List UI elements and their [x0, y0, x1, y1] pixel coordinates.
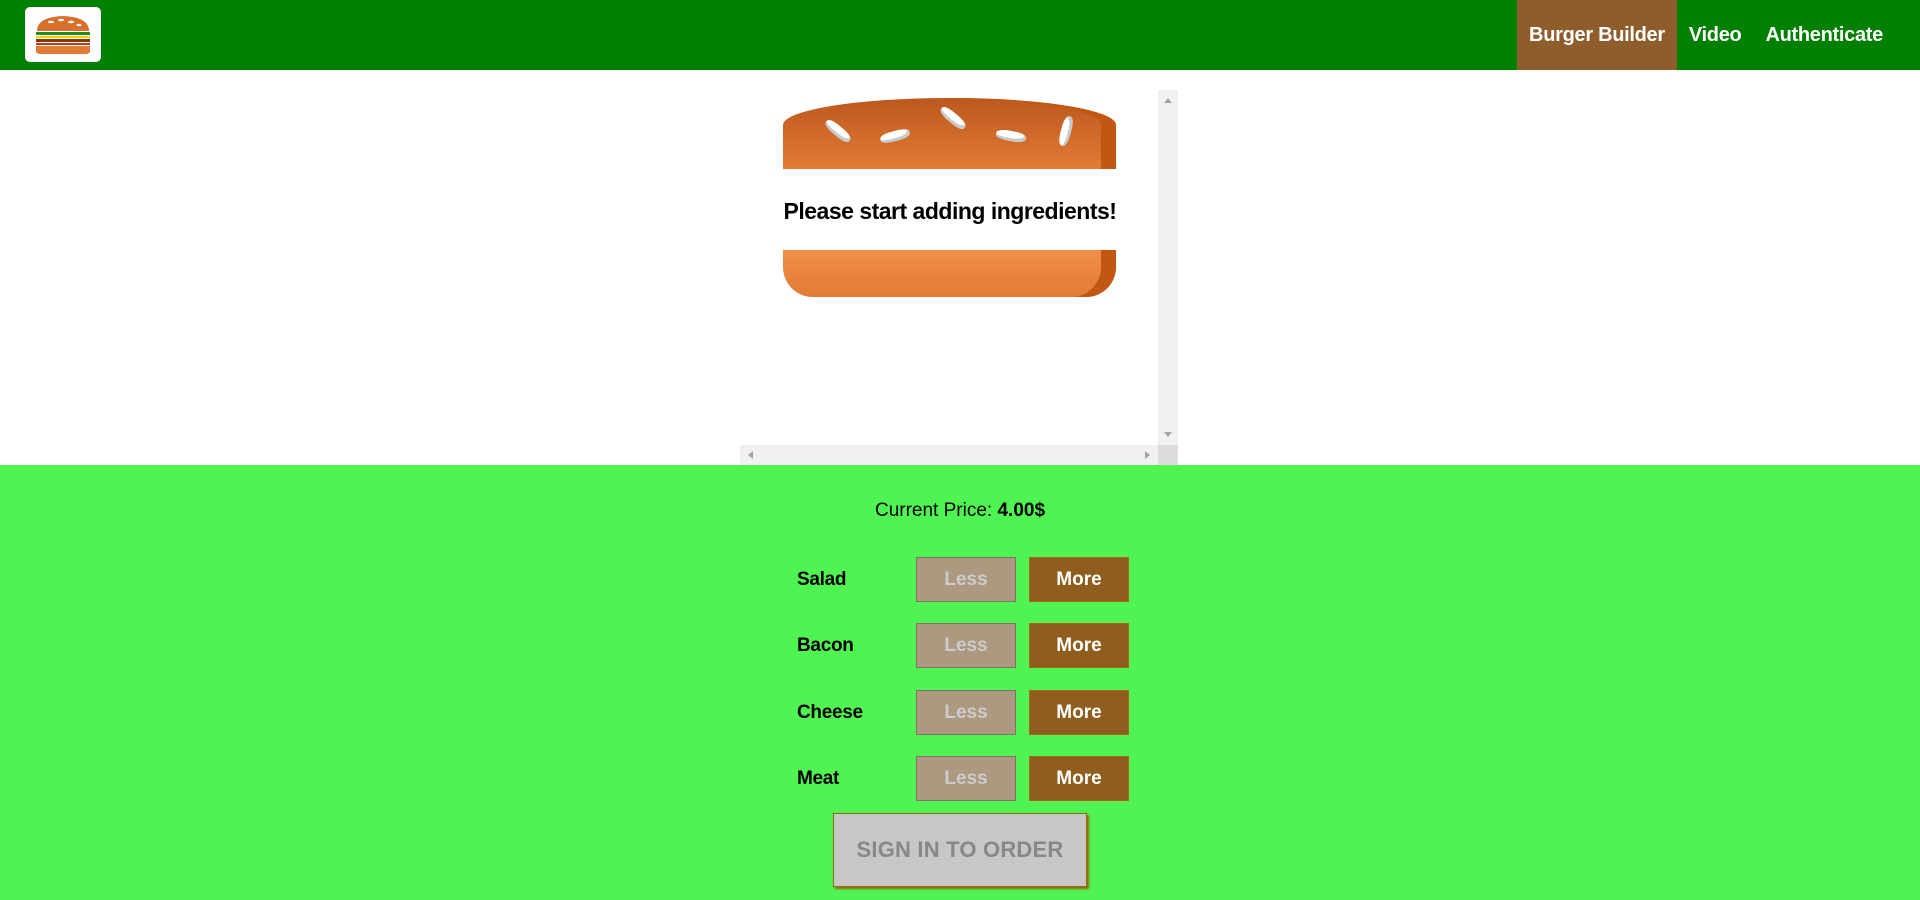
- price-label: Current Price:: [874, 500, 993, 521]
- main-nav: Burger Builder Video Authenticate: [1517, 0, 1920, 70]
- scroll-up-arrow-icon[interactable]: [1164, 98, 1172, 103]
- less-salad-button[interactable]: Less: [916, 557, 1016, 602]
- ingredient-label: Bacon: [797, 635, 854, 656]
- more-salad-button[interactable]: More: [1029, 557, 1129, 602]
- seed: [995, 128, 1027, 144]
- less-cheese-button[interactable]: Less: [916, 690, 1016, 735]
- burger-preview: Please start adding ingredients!: [740, 90, 1180, 465]
- scrollbar-corner: [1158, 445, 1178, 465]
- build-control-bacon: Bacon Less More: [797, 623, 1137, 668]
- bread-bottom: [783, 250, 1116, 297]
- more-cheese-button[interactable]: More: [1029, 690, 1129, 735]
- scroll-left-arrow-icon[interactable]: [748, 451, 753, 459]
- less-meat-button[interactable]: Less: [916, 756, 1016, 801]
- empty-burger-message: Please start adding ingredients!: [783, 198, 1117, 224]
- build-control-cheese: Cheese Less More: [797, 690, 1137, 735]
- nav-video[interactable]: Video: [1677, 0, 1754, 70]
- more-meat-button[interactable]: More: [1029, 756, 1129, 801]
- build-controls: Current Price: 4.00$ Salad Less More Bac…: [0, 465, 1920, 900]
- ingredient-label: Cheese: [797, 702, 863, 723]
- less-bacon-button[interactable]: Less: [916, 623, 1016, 668]
- build-control-meat: Meat Less More: [797, 756, 1137, 801]
- build-control-salad: Salad Less More: [797, 557, 1137, 602]
- ingredient-label: Salad: [797, 569, 847, 590]
- bread-top: [783, 98, 1116, 169]
- sign-in-to-order-button[interactable]: SIGN IN TO ORDER: [833, 813, 1087, 887]
- seed: [938, 104, 968, 132]
- toolbar: Burger Builder Video Authenticate: [0, 0, 1920, 70]
- burger-logo-icon[interactable]: [25, 7, 101, 62]
- horizontal-scrollbar[interactable]: [740, 445, 1158, 465]
- price-value: 4.00$: [997, 500, 1046, 521]
- scroll-right-arrow-icon[interactable]: [1145, 451, 1150, 459]
- nav-burger-builder[interactable]: Burger Builder: [1517, 0, 1677, 70]
- more-bacon-button[interactable]: More: [1029, 623, 1129, 668]
- seed: [1057, 115, 1075, 147]
- nav-authenticate[interactable]: Authenticate: [1753, 0, 1920, 70]
- scroll-down-arrow-icon[interactable]: [1164, 432, 1172, 437]
- burger-scroll-area: Please start adding ingredients!: [740, 90, 1160, 445]
- current-price: Current Price: 4.00$: [0, 500, 1920, 522]
- seed: [823, 117, 853, 145]
- vertical-scrollbar[interactable]: [1158, 90, 1178, 445]
- seed: [879, 127, 911, 145]
- ingredient-label: Meat: [797, 768, 840, 789]
